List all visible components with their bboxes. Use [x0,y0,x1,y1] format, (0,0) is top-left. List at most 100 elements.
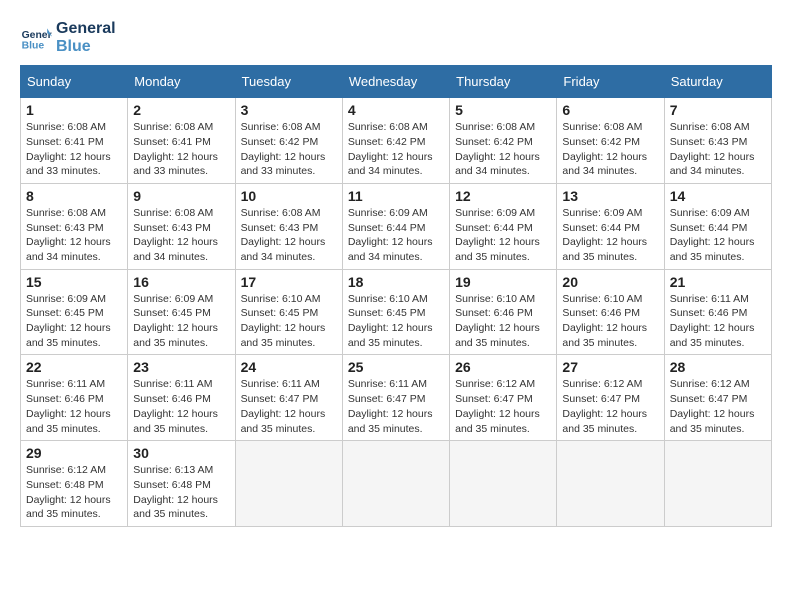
day-cell-16: 16 Sunrise: 6:09 AMSunset: 6:45 PMDayligh… [128,269,235,355]
day-info: Sunrise: 6:09 AMSunset: 6:44 PMDaylight:… [562,206,658,265]
day-number: 16 [133,274,229,290]
day-cell-3: 3 Sunrise: 6:08 AMSunset: 6:42 PMDaylight… [235,98,342,184]
day-cell-12: 12 Sunrise: 6:09 AMSunset: 6:44 PMDayligh… [450,183,557,269]
day-info: Sunrise: 6:10 AMSunset: 6:45 PMDaylight:… [241,292,337,351]
day-info: Sunrise: 6:08 AMSunset: 6:43 PMDaylight:… [133,206,229,265]
day-info: Sunrise: 6:08 AMSunset: 6:42 PMDaylight:… [241,120,337,179]
day-cell-25: 25 Sunrise: 6:11 AMSunset: 6:47 PMDayligh… [342,355,449,441]
day-number: 26 [455,359,551,375]
day-number: 10 [241,188,337,204]
week-row-2: 8 Sunrise: 6:08 AMSunset: 6:43 PMDaylight… [21,183,772,269]
day-cell-14: 14Sunrise: 6:09 AMSunset: 6:44 PMDayligh… [664,183,771,269]
day-number: 23 [133,359,229,375]
day-cell-5: 5Sunrise: 6:08 AMSunset: 6:42 PMDaylight… [450,98,557,184]
empty-cell [342,441,449,527]
logo: General Blue General Blue [20,20,116,55]
day-info: Sunrise: 6:11 AMSunset: 6:47 PMDaylight:… [241,377,337,436]
empty-cell [235,441,342,527]
day-info: Sunrise: 6:08 AMSunset: 6:41 PMDaylight:… [26,120,122,179]
day-number: 19 [455,274,551,290]
day-info: Sunrise: 6:08 AMSunset: 6:43 PMDaylight:… [241,206,337,265]
day-info: Sunrise: 6:09 AMSunset: 6:44 PMDaylight:… [455,206,551,265]
empty-cell [450,441,557,527]
day-cell-17: 17Sunrise: 6:10 AMSunset: 6:45 PMDayligh… [235,269,342,355]
day-cell-7: 7 Sunrise: 6:08 AMSunset: 6:43 PMDaylight… [664,98,771,184]
day-number: 9 [133,188,229,204]
weekday-wednesday: Wednesday [342,66,449,98]
weekday-monday: Monday [128,66,235,98]
day-info: Sunrise: 6:13 AMSunset: 6:48 PMDaylight:… [133,463,229,522]
day-cell-28: 28 Sunrise: 6:12 AMSunset: 6:47 PMDayligh… [664,355,771,441]
day-number: 21 [670,274,766,290]
day-info: Sunrise: 6:08 AMSunset: 6:43 PMDaylight:… [670,120,766,179]
day-number: 22 [26,359,122,375]
day-cell-24: 24 Sunrise: 6:11 AMSunset: 6:47 PMDayligh… [235,355,342,441]
week-row-4: 22 Sunrise: 6:11 AMSunset: 6:46 PMDayligh… [21,355,772,441]
day-info: Sunrise: 6:09 AMSunset: 6:44 PMDaylight:… [348,206,444,265]
day-number: 30 [133,445,229,461]
week-row-3: 15 Sunrise: 6:09 AMSunset: 6:45 PMDayligh… [21,269,772,355]
day-number: 27 [562,359,658,375]
day-info: Sunrise: 6:12 AMSunset: 6:47 PMDaylight:… [670,377,766,436]
day-cell-13: 13 Sunrise: 6:09 AMSunset: 6:44 PMDayligh… [557,183,664,269]
day-number: 15 [26,274,122,290]
day-number: 28 [670,359,766,375]
day-info: Sunrise: 6:10 AMSunset: 6:46 PMDaylight:… [562,292,658,351]
day-info: Sunrise: 6:08 AMSunset: 6:41 PMDaylight:… [133,120,229,179]
day-number: 5 [455,102,551,118]
day-info: Sunrise: 6:11 AMSunset: 6:46 PMDaylight:… [670,292,766,351]
day-number: 24 [241,359,337,375]
day-number: 14 [670,188,766,204]
day-number: 13 [562,188,658,204]
weekday-friday: Friday [557,66,664,98]
day-number: 18 [348,274,444,290]
day-number: 1 [26,102,122,118]
day-cell-9: 9 Sunrise: 6:08 AMSunset: 6:43 PMDaylight… [128,183,235,269]
weekday-thursday: Thursday [450,66,557,98]
day-info: Sunrise: 6:12 AMSunset: 6:48 PMDaylight:… [26,463,122,522]
weekday-tuesday: Tuesday [235,66,342,98]
day-number: 6 [562,102,658,118]
day-cell-2: 2 Sunrise: 6:08 AMSunset: 6:41 PMDaylight… [128,98,235,184]
day-info: Sunrise: 6:11 AMSunset: 6:47 PMDaylight:… [348,377,444,436]
day-info: Sunrise: 6:08 AMSunset: 6:42 PMDaylight:… [348,120,444,179]
day-number: 12 [455,188,551,204]
logo-icon: General Blue [20,22,52,54]
day-info: Sunrise: 6:10 AMSunset: 6:45 PMDaylight:… [348,292,444,351]
day-cell-18: 18 Sunrise: 6:10 AMSunset: 6:45 PMDayligh… [342,269,449,355]
day-cell-20: 20 Sunrise: 6:10 AMSunset: 6:46 PMDayligh… [557,269,664,355]
logo-blue: Blue [56,38,116,56]
day-info: Sunrise: 6:10 AMSunset: 6:46 PMDaylight:… [455,292,551,351]
day-cell-26: 26 Sunrise: 6:12 AMSunset: 6:47 PMDayligh… [450,355,557,441]
day-cell-22: 22 Sunrise: 6:11 AMSunset: 6:46 PMDayligh… [21,355,128,441]
day-info: Sunrise: 6:11 AMSunset: 6:46 PMDaylight:… [26,377,122,436]
day-cell-27: 27Sunrise: 6:12 AMSunset: 6:47 PMDayligh… [557,355,664,441]
logo-general: General [56,20,116,38]
empty-cell [664,441,771,527]
day-info: Sunrise: 6:08 AMSunset: 6:43 PMDaylight:… [26,206,122,265]
day-cell-30: 30 Sunrise: 6:13 AMSunset: 6:48 PMDayligh… [128,441,235,527]
day-cell-19: 19 Sunrise: 6:10 AMSunset: 6:46 PMDayligh… [450,269,557,355]
day-info: Sunrise: 6:11 AMSunset: 6:46 PMDaylight:… [133,377,229,436]
calendar-table: SundayMondayTuesdayWednesdayThursdayFrid… [20,65,772,527]
day-number: 8 [26,188,122,204]
svg-text:Blue: Blue [22,40,45,51]
day-info: Sunrise: 6:09 AMSunset: 6:45 PMDaylight:… [133,292,229,351]
weekday-sunday: Sunday [21,66,128,98]
weekday-header-row: SundayMondayTuesdayWednesdayThursdayFrid… [21,66,772,98]
day-number: 3 [241,102,337,118]
day-cell-21: 21 Sunrise: 6:11 AMSunset: 6:46 PMDayligh… [664,269,771,355]
page-header: General Blue General Blue [20,20,772,55]
day-number: 4 [348,102,444,118]
day-number: 25 [348,359,444,375]
weekday-saturday: Saturday [664,66,771,98]
day-info: Sunrise: 6:08 AMSunset: 6:42 PMDaylight:… [562,120,658,179]
day-number: 20 [562,274,658,290]
day-cell-29: 29Sunrise: 6:12 AMSunset: 6:48 PMDayligh… [21,441,128,527]
day-number: 2 [133,102,229,118]
day-number: 7 [670,102,766,118]
day-info: Sunrise: 6:09 AMSunset: 6:45 PMDaylight:… [26,292,122,351]
week-row-1: 1 Sunrise: 6:08 AMSunset: 6:41 PMDaylight… [21,98,772,184]
week-row-5: 29Sunrise: 6:12 AMSunset: 6:48 PMDayligh… [21,441,772,527]
day-info: Sunrise: 6:12 AMSunset: 6:47 PMDaylight:… [455,377,551,436]
